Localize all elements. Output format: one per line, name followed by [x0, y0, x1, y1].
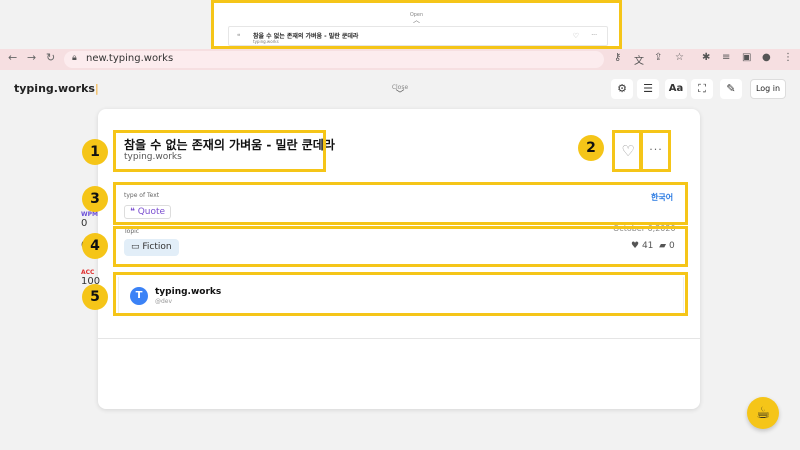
font-size-button[interactable]: Aa [665, 79, 687, 99]
callout-3: 3 [82, 186, 108, 212]
settings-icon[interactable]: ⚙ [611, 79, 633, 99]
bookmark-star-icon[interactable]: ☆ [675, 52, 684, 63]
address-bar[interactable]: 🔒︎ new.typing.works [64, 51, 604, 68]
preview-subtitle: typing.works [253, 39, 279, 44]
highlight-box-type [113, 182, 688, 225]
highlight-box-like [612, 130, 642, 172]
callout-2: 2 [578, 135, 604, 161]
key-icon[interactable]: ⚷ [614, 52, 621, 63]
wpm-stat: WPM 0 [81, 211, 98, 229]
fullscreen-icon[interactable]: ⛶ [691, 79, 713, 99]
url-text[interactable]: new.typing.works [86, 53, 173, 64]
extensions-icon[interactable]: ✱ [702, 52, 710, 63]
wpm-value: 0 [81, 218, 88, 229]
preview-row[interactable]: ❝ 참을 수 없는 존재의 가벼움 - 밀란 쿤데라 typing.works … [228, 26, 608, 46]
menu-icon[interactable]: ⋮ [783, 52, 793, 63]
chevron-up-icon[interactable]: ︿ [214, 17, 619, 24]
divider [98, 338, 700, 339]
reload-icon[interactable]: ↻ [46, 51, 55, 64]
callout-4: 4 [82, 233, 108, 259]
login-button[interactable]: Log in [750, 79, 786, 99]
site-logo[interactable]: typing.works| [14, 82, 99, 95]
coffee-cup-icon[interactable]: ☕ [747, 397, 779, 429]
highlight-box-title [113, 130, 326, 172]
edit-icon[interactable]: ✎ [720, 79, 742, 99]
heart-icon[interactable]: ♡ [573, 32, 579, 40]
highlight-box-topic [113, 226, 688, 267]
translate-icon[interactable]: 文 [634, 52, 644, 67]
list-icon[interactable]: ☰ [637, 79, 659, 99]
chevron-down-icon: ﹀ [395, 90, 405, 100]
forward-icon[interactable]: → [27, 51, 36, 64]
browser-toolbar: ← → ↻ 🔒︎ new.typing.works ⚷ 文 ⇪ ☆ ✱ ≡ ▣ … [0, 49, 800, 70]
back-icon[interactable]: ← [8, 51, 17, 64]
quote-icon: ❝ [237, 33, 241, 40]
wpm-label: WPM [81, 211, 98, 218]
close-toggle[interactable]: Close ﹀ [380, 84, 420, 100]
callout-5: 5 [82, 284, 108, 310]
highlight-box-user [113, 272, 688, 316]
callout-1: 1 [82, 139, 108, 165]
lock-icon[interactable]: 🔒︎ [72, 53, 77, 63]
highlight-box-more [640, 130, 671, 172]
collapsed-preview-panel: Open ︿ ❝ 참을 수 없는 존재의 가벼움 - 밀란 쿤데라 typing… [211, 0, 622, 49]
share-icon[interactable]: ⇪ [654, 52, 662, 63]
sidepanel-icon[interactable]: ▣ [742, 52, 751, 63]
media-icon[interactable]: ≡ [722, 52, 730, 63]
more-icon[interactable]: ··· [591, 32, 597, 39]
acc-label: ACC [81, 269, 95, 276]
profile-icon[interactable]: ● [762, 52, 771, 63]
